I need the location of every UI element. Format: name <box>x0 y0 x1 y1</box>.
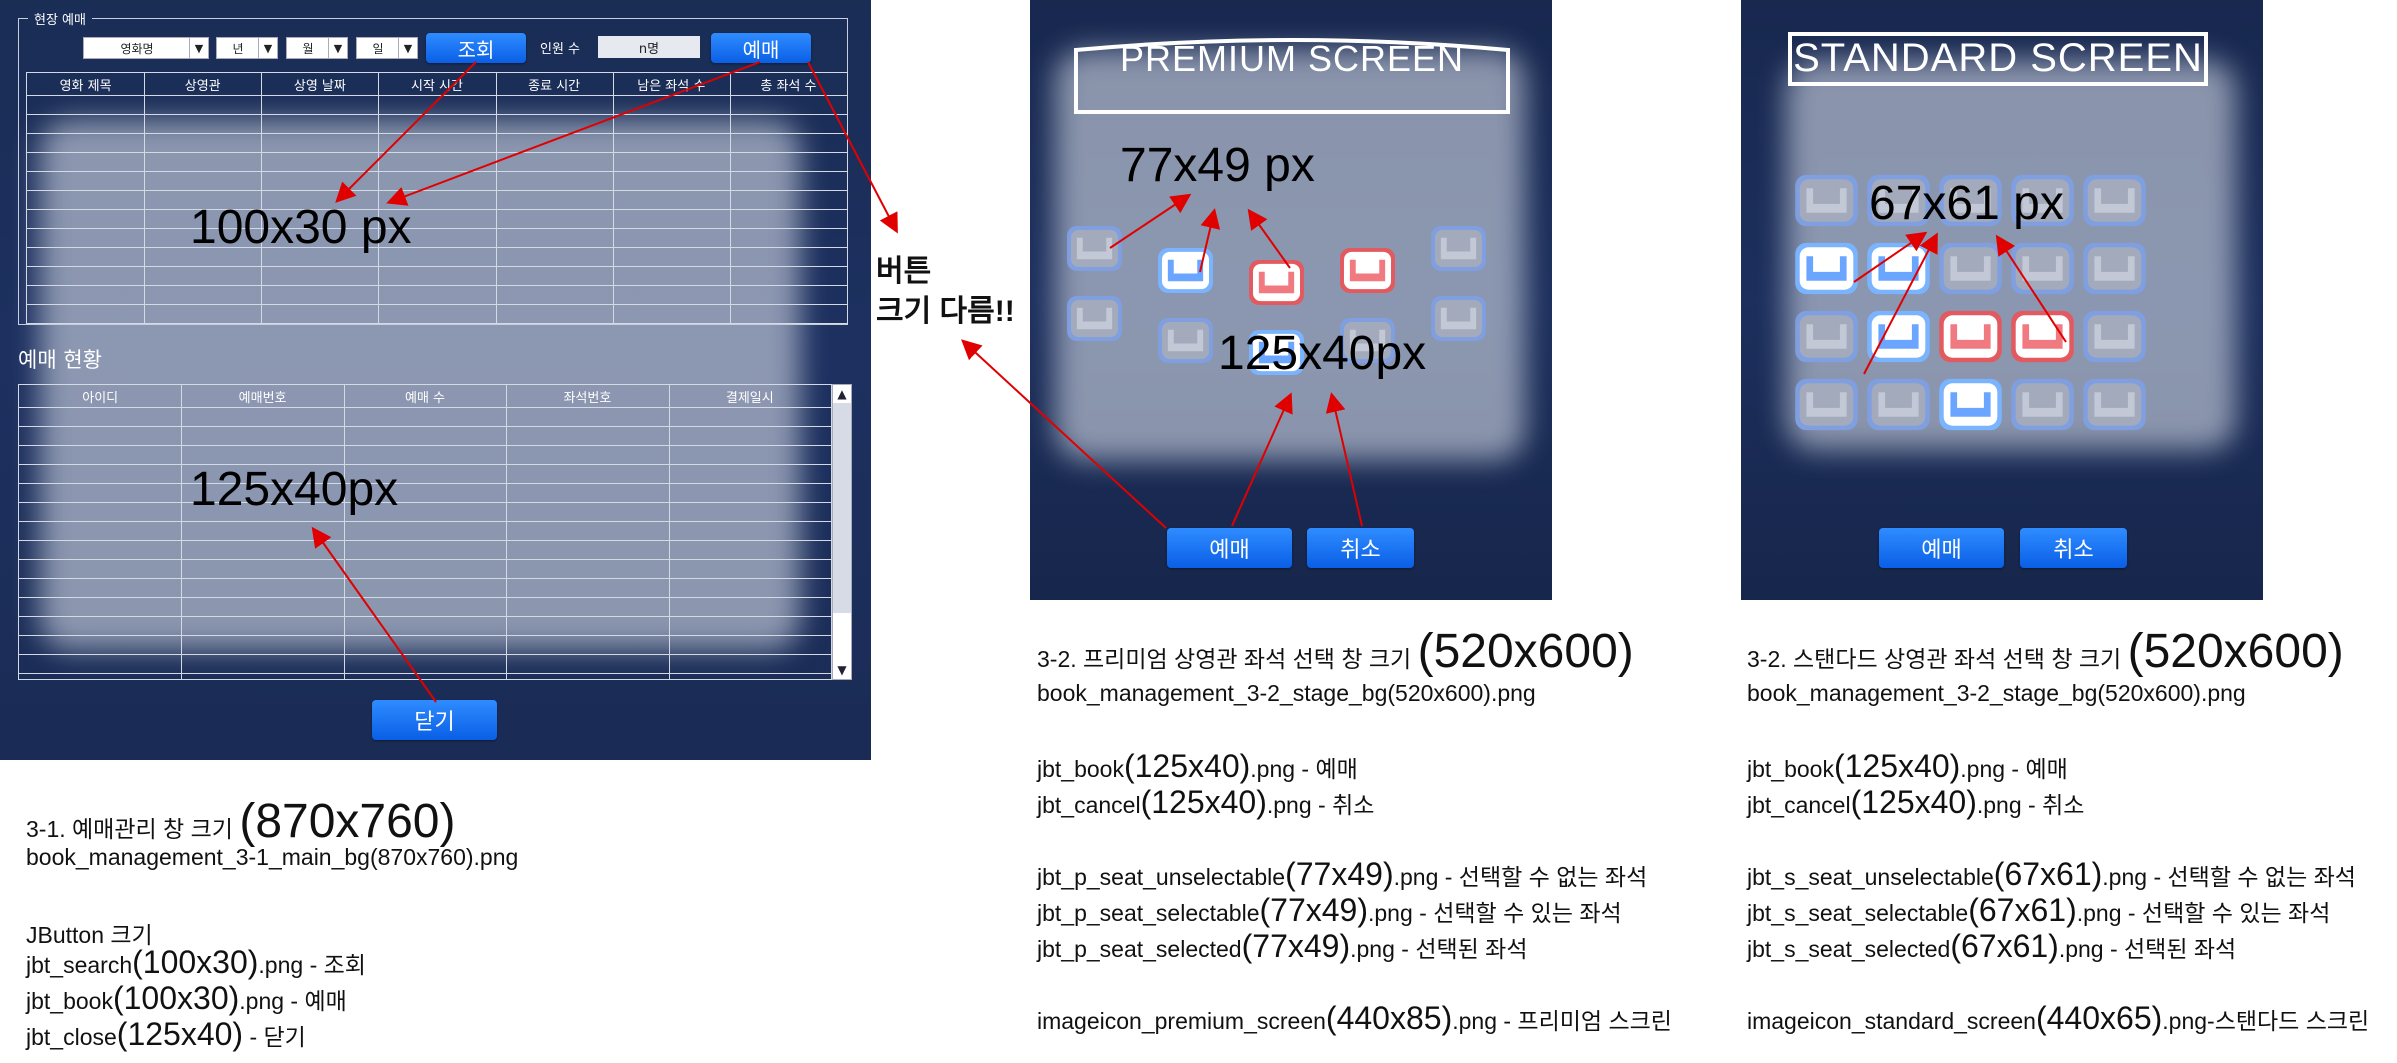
spec-line: jbt_cancel(125x40).png - 취소 <box>1037 784 1375 820</box>
spec-bg: book_management_3-2_stage_bg(520x600).pn… <box>1037 680 1536 706</box>
spec-bg: book_management_3-1_main_bg(870x760).png <box>26 844 519 870</box>
arrow <box>1853 231 1928 283</box>
spec-line: jbt_cancel(125x40).png - 취소 <box>1747 784 2085 820</box>
arrow <box>1995 234 2067 343</box>
spec-line: imageicon_standard_screen(440x65).png-스탠… <box>1747 1000 2370 1036</box>
spec-block-standard: 3-2. 스탠다드 상영관 좌석 선택 창 크기 (520x600) book_… <box>1747 620 2387 1060</box>
spec-bg: book_management_3-2_stage_bg(520x600).pn… <box>1747 680 2246 706</box>
spec-line: jbt_p_seat_selectable(77x49).png - 선택할 수… <box>1037 892 1622 928</box>
arrow <box>961 339 1167 529</box>
spec-line: jbt_s_seat_selected(67x61).png - 선택된 좌석 <box>1747 928 2237 964</box>
spec-line: jbt_p_seat_unselectable(77x49).png - 선택할… <box>1037 856 1648 892</box>
arrow <box>1199 208 1221 273</box>
spec-title-size: (520x600) <box>1417 625 1634 678</box>
arrow <box>335 61 477 203</box>
arrow <box>1109 193 1192 249</box>
spec-title-size: (870x760) <box>239 795 456 848</box>
spec-line: jbt_close(125x40) - 닫기 <box>26 1016 306 1052</box>
arrow <box>1325 392 1363 527</box>
arrow <box>386 61 761 206</box>
spec-line: jbt_p_seat_selected(77x49).png - 선택된 좌석 <box>1037 928 1528 964</box>
arrow <box>1863 232 1938 375</box>
spec-block-premium: 3-2. 프리미엄 상영관 좌석 선택 창 크기 (520x600) book_… <box>1037 620 1727 1060</box>
spec-title: 3-1. 예매관리 창 크기 <box>26 816 233 842</box>
spec-line: jbt_book(125x40).png - 예매 <box>1037 748 1358 784</box>
arrow <box>311 526 437 703</box>
spec-title-size: (520x600) <box>2127 625 2344 678</box>
spec-line: jbt_book(100x30).png - 예매 <box>26 980 347 1016</box>
arrow <box>1247 208 1291 269</box>
arrow <box>807 61 898 234</box>
spec-title: 3-2. 스탠다드 상영관 좌석 선택 창 크기 <box>1747 646 2122 672</box>
spec-line: imageicon_premium_screen(440x85).png - 프… <box>1037 1000 1672 1036</box>
spec-title: 3-2. 프리미엄 상영관 좌석 선택 창 크기 <box>1037 646 1412 672</box>
spec-line: jbt_s_seat_unselectable(67x61).png - 선택할… <box>1747 856 2356 892</box>
spec-line: jbt_book(125x40).png - 예매 <box>1747 748 2068 784</box>
spec-line: jbt_search(100x30).png - 조회 <box>26 944 366 980</box>
spec-line: jbt_s_seat_selectable(67x61).png - 선택할 수… <box>1747 892 2331 928</box>
spec-block-booking-window: 3-1. 예매관리 창 크기 (870x760) book_management… <box>26 780 666 1063</box>
arrow <box>1231 392 1293 527</box>
